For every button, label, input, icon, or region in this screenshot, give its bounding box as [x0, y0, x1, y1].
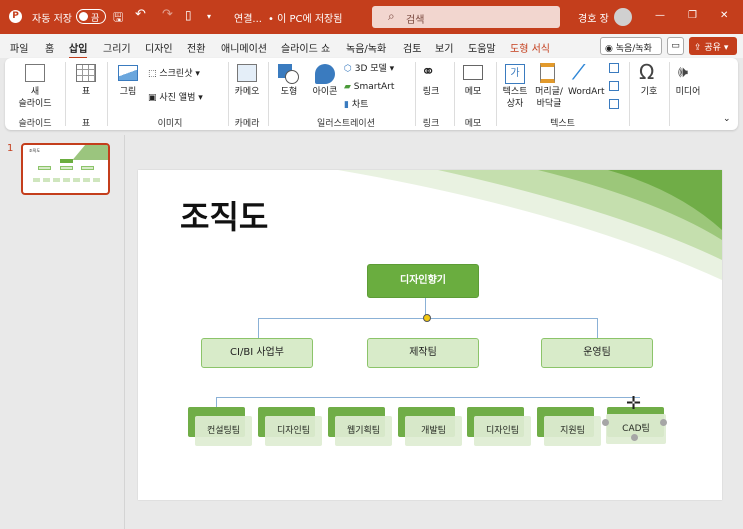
icons-button[interactable]: 아이콘	[307, 86, 343, 98]
tab-shape-format[interactable]: 도형 서식	[510, 40, 550, 55]
group-label-text: 텍스트	[550, 119, 575, 129]
object-icon[interactable]	[609, 99, 619, 109]
date-time-icon[interactable]	[609, 63, 619, 73]
ribbon-tabs: 파일 홈 삽입 그리기 디자인 전환 애니메이션 슬라이드 쇼 녹음/녹화 검토…	[0, 34, 743, 59]
symbol-icon: Ω	[639, 60, 655, 84]
user-name: 경호 장	[578, 14, 609, 25]
move-cursor-icon: ✛	[626, 393, 642, 414]
slide-thumbnail[interactable]: 조직도	[21, 143, 110, 195]
tab-home[interactable]: 홈	[45, 40, 54, 55]
tab-insert[interactable]: 삽입	[69, 40, 88, 59]
resize-handle[interactable]	[631, 434, 638, 441]
tab-draw[interactable]: 그리기	[103, 40, 131, 55]
slide-canvas[interactable]: 조직도 디자인향기 CI/BI 사업부 제작팀 운영팀 컨설팅팀 디자인팀 웹기…	[138, 170, 722, 500]
org-node-mid[interactable]: 제작팀	[367, 338, 479, 368]
avatar[interactable]	[614, 8, 632, 26]
table-icon	[76, 64, 96, 82]
3d-models-button[interactable]: ⬡ 3D 모델 ▾	[344, 63, 394, 75]
slide-number: 1	[7, 143, 14, 154]
chart-button[interactable]: ▮ 차트	[344, 99, 368, 111]
org-node-top[interactable]: 디자인향기	[367, 264, 479, 298]
comment-button[interactable]: 메모	[460, 86, 486, 98]
org-node-bottom[interactable]: 지원팀	[544, 416, 601, 446]
tab-animations[interactable]: 애니메이션	[221, 40, 267, 55]
tab-transitions[interactable]: 전환	[187, 40, 205, 55]
tab-view[interactable]: 보기	[435, 40, 453, 55]
group-label-table: 표	[81, 119, 91, 129]
wordart-button[interactable]: WordArt	[568, 86, 605, 98]
org-node-bottom[interactable]: 웹기획팀	[335, 416, 392, 446]
org-node-bottom[interactable]: 컨설팅팀	[195, 416, 252, 446]
media-icon: 🕪	[678, 62, 689, 81]
shapes-button[interactable]: 도형	[276, 86, 302, 98]
icons-icon	[315, 64, 335, 84]
org-node-mid[interactable]: CI/BI 사업부	[201, 338, 313, 368]
wordart-icon: ⁄	[577, 60, 581, 84]
link-button[interactable]: 링크	[418, 86, 444, 98]
header-footer-button[interactable]: 머리글/ 바닥글	[532, 86, 566, 110]
autosave-label: 자동 저장	[32, 14, 72, 25]
group-label-links: 링크	[422, 119, 440, 129]
collapse-ribbon-icon[interactable]: ⌄	[723, 114, 731, 124]
undo-icon[interactable]: ↶	[135, 7, 146, 22]
search-input[interactable]: ⌕ 검색	[372, 6, 560, 28]
org-node-mid[interactable]: 운영팀	[541, 338, 653, 368]
record-button[interactable]: ◉ 녹음/녹화	[600, 37, 662, 55]
slide-title[interactable]: 조직도	[180, 192, 268, 238]
textbox-icon: 가	[505, 64, 525, 84]
maximize-button[interactable]: ❐	[688, 10, 697, 21]
save-icon[interactable]: 🖫	[113, 8, 123, 29]
smartart-button[interactable]: ▰ SmartArt	[344, 81, 394, 93]
adjust-handle[interactable]	[423, 314, 431, 322]
start-slideshow-icon[interactable]: ▯	[185, 8, 192, 22]
picture-icon	[118, 65, 138, 81]
share-button[interactable]: ⇪ 공유 ▾	[689, 37, 737, 55]
resize-handle[interactable]	[602, 419, 609, 426]
screenshot-button[interactable]: ⬚ 스크린샷 ▾	[148, 68, 200, 80]
org-node-bottom[interactable]: 디자인팀	[474, 416, 531, 446]
resize-handle[interactable]	[660, 419, 667, 426]
close-button[interactable]: ✕	[720, 10, 728, 21]
tab-help[interactable]: 도움말	[468, 40, 496, 55]
group-label-slides: 슬라이드	[18, 119, 52, 129]
ribbon: 새 슬라이드 슬라이드 표 표 그림 ⬚ 스크린샷 ▾ ▣ 사진 앨범 ▾ 이미…	[5, 58, 738, 130]
photo-album-button[interactable]: ▣ 사진 앨범 ▾	[148, 92, 203, 104]
powerpoint-logo-icon: P	[9, 10, 22, 23]
slide-thumbnail-pane: 1 조직도	[0, 135, 125, 529]
file-name[interactable]: 연결...	[234, 10, 262, 25]
table-button[interactable]: 표	[69, 86, 103, 98]
redo-icon[interactable]: ↷	[162, 7, 173, 22]
comment-icon	[463, 65, 483, 80]
cameo-button[interactable]: 카메오	[232, 86, 262, 98]
link-icon: ⚭	[421, 62, 436, 82]
minimize-button[interactable]: —	[655, 10, 665, 21]
group-label-camera: 카메라	[234, 119, 260, 129]
tab-record[interactable]: 녹음/녹화	[346, 40, 386, 55]
slide-number-icon[interactable]	[609, 81, 619, 91]
title-bar: P 자동 저장 끔 🖫 ↶ ↷ ▯ ▾ 연결... • 이 PC에 저장됨 ⌕ …	[0, 0, 743, 34]
cameo-icon	[237, 64, 257, 82]
org-node-bottom[interactable]: 디자인팀	[265, 416, 322, 446]
comments-button[interactable]: ▭	[667, 37, 684, 55]
textbox-button[interactable]: 텍스트 상자	[500, 86, 530, 110]
search-icon: ⌕	[388, 9, 395, 23]
tab-slideshow[interactable]: 슬라이드 쇼	[281, 40, 330, 55]
group-label-images: 이미지	[157, 119, 183, 129]
header-footer-icon	[540, 63, 555, 83]
media-button[interactable]: 미디어	[673, 86, 703, 98]
customize-toolbar-icon[interactable]: ▾	[207, 12, 211, 21]
autosave-toggle[interactable]: 끔	[76, 9, 106, 24]
tab-review[interactable]: 검토	[403, 40, 421, 55]
save-status[interactable]: • 이 PC에 저장됨	[268, 10, 342, 25]
symbol-button[interactable]: 기호	[634, 86, 664, 98]
tab-design[interactable]: 디자인	[145, 40, 173, 55]
tab-file[interactable]: 파일	[10, 40, 28, 55]
org-node-bottom[interactable]: 개발팀	[405, 416, 462, 446]
group-label-comments: 메모	[464, 119, 482, 129]
group-label-illustrations: 일러스트레이션	[317, 119, 375, 129]
new-slide-icon	[25, 64, 45, 82]
new-slide-button[interactable]: 새 슬라이드	[13, 86, 57, 110]
picture-button[interactable]: 그림	[115, 86, 141, 98]
